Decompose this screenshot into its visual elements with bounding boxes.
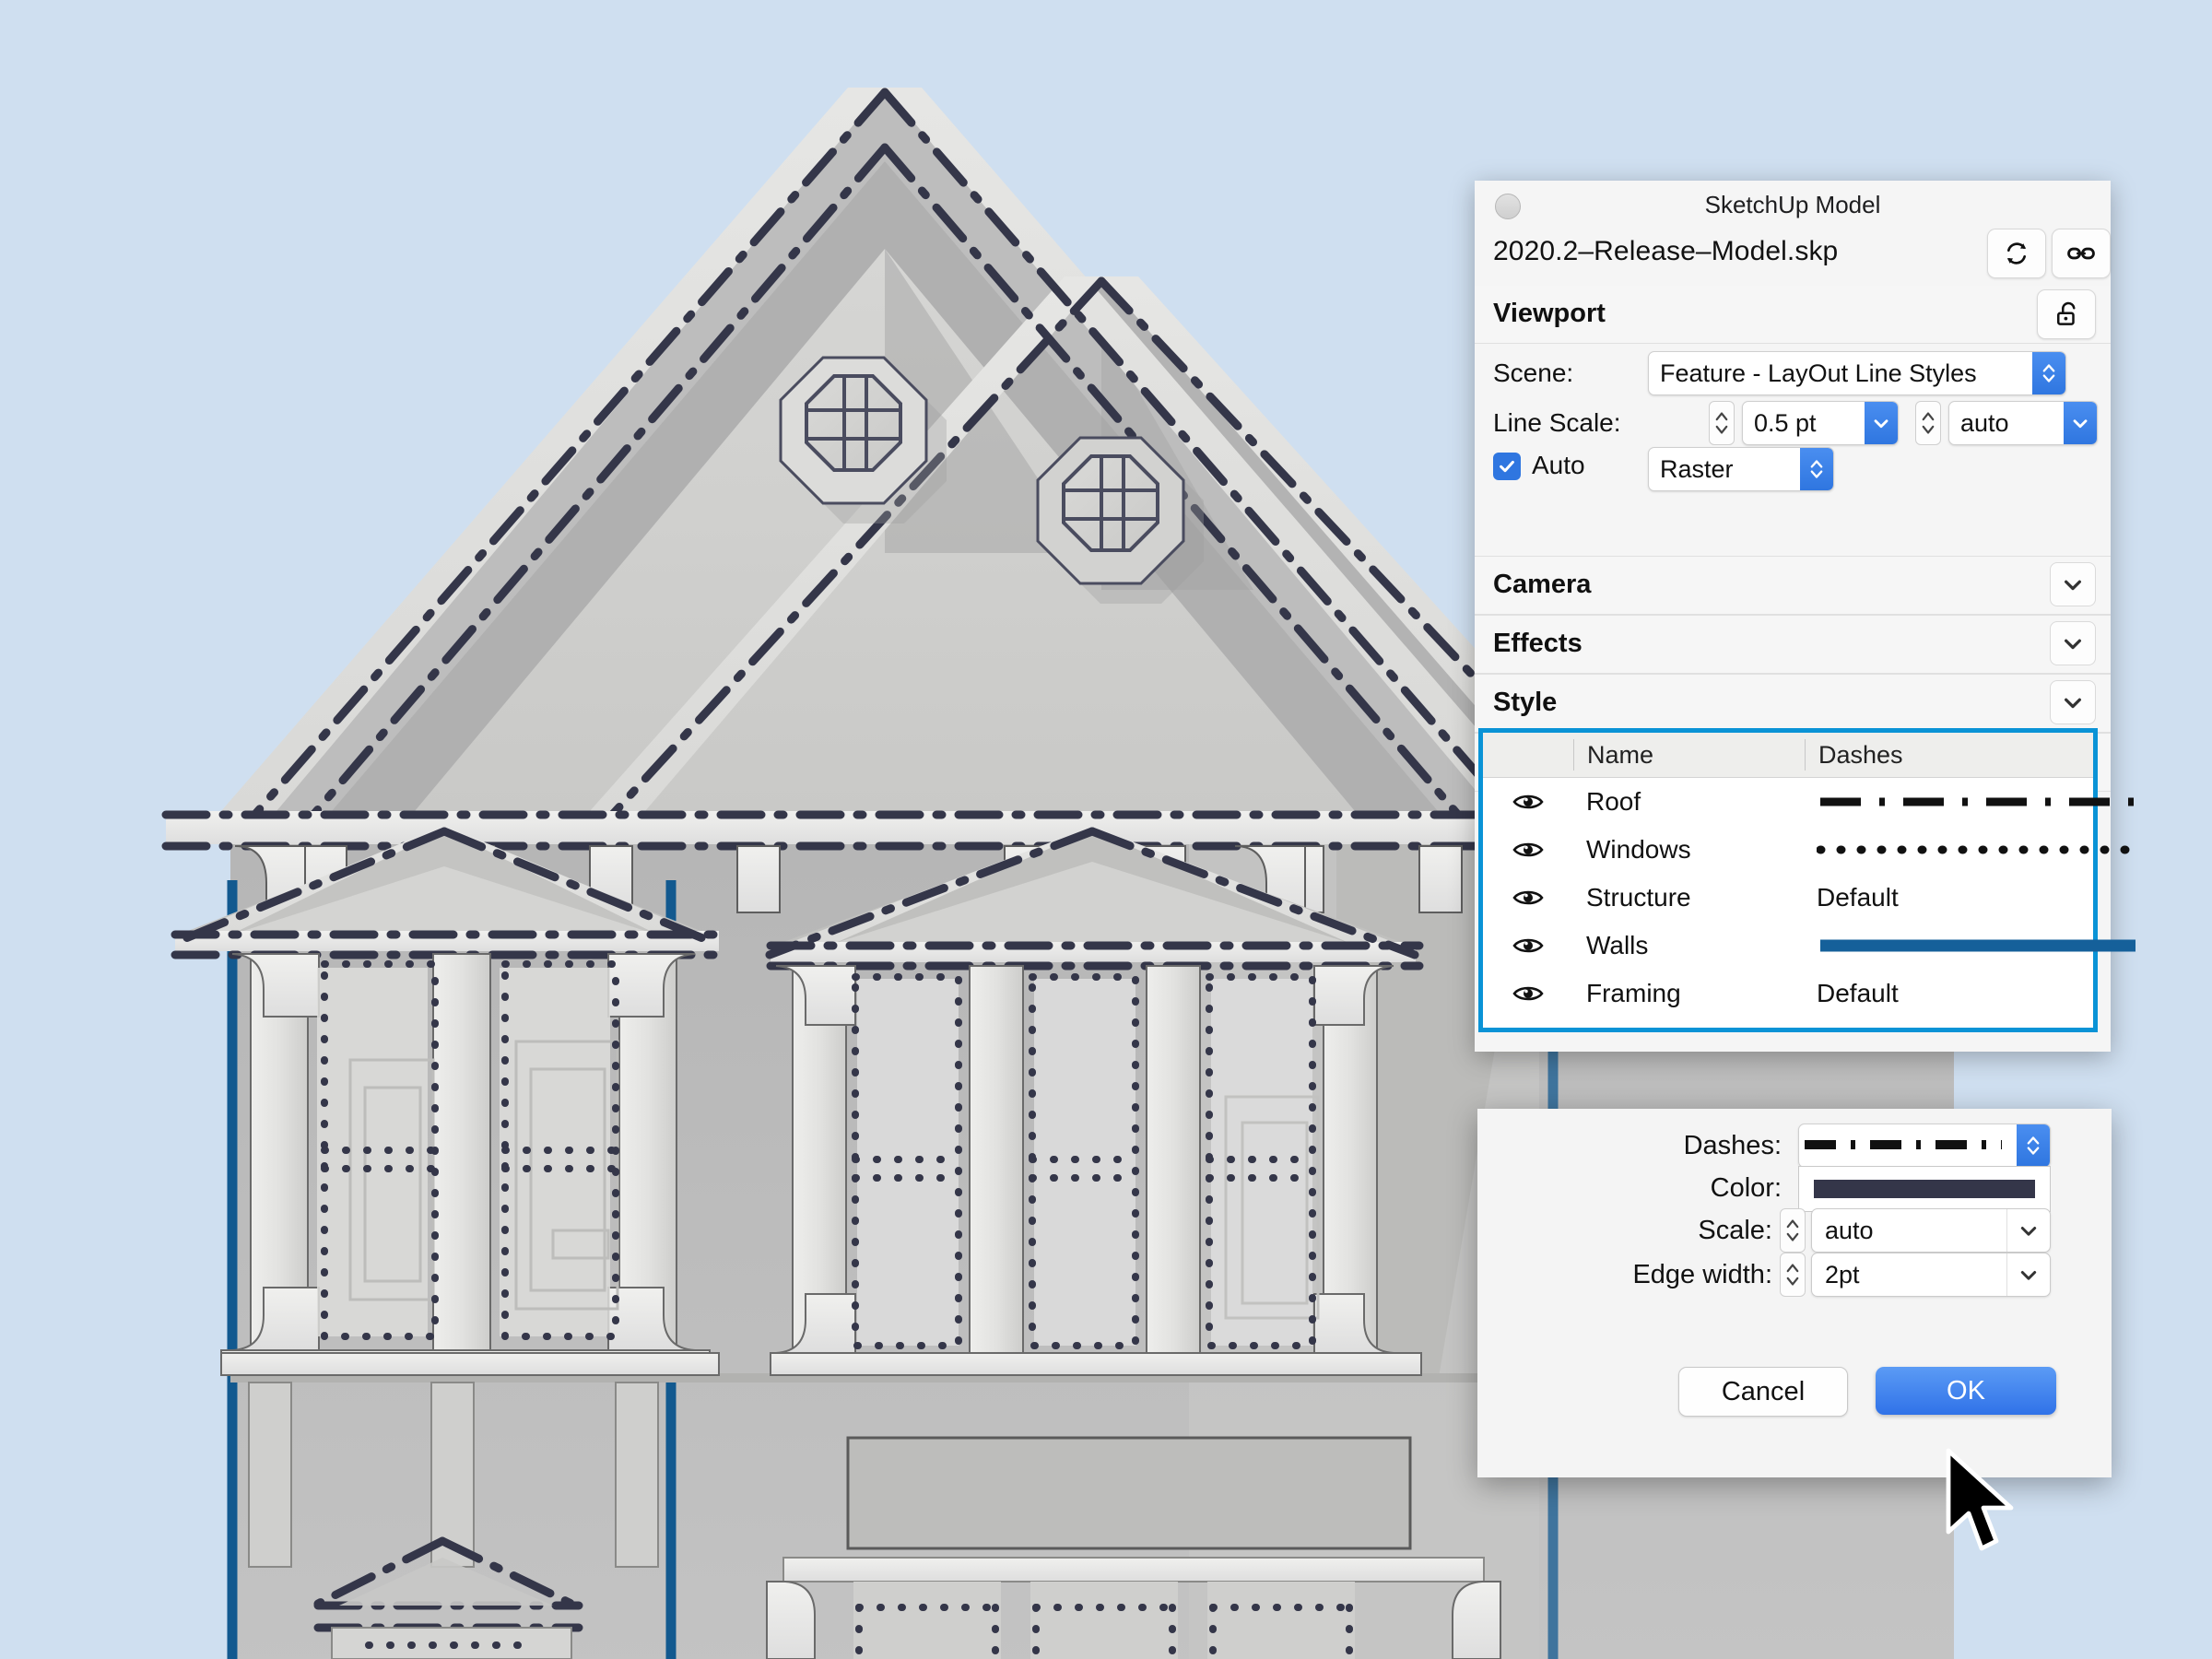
color-well[interactable] [1798, 1166, 2051, 1212]
unlock-icon-button[interactable] [2037, 289, 2096, 339]
section-label: Camera [1493, 570, 1592, 599]
line-scale-mode-stepper[interactable] [1915, 401, 1941, 445]
line-style-dialog[interactable]: Dashes: Color: Scale: auto Edge width: 2… [1477, 1109, 2112, 1477]
line-scale-label: Line Scale: [1493, 408, 1621, 437]
chevron-updown-icon [2032, 352, 2065, 394]
line-scale-mode-value: auto [1960, 408, 2009, 437]
eye-icon [1512, 938, 1544, 953]
chevron-down-icon [1865, 402, 1898, 444]
line-scale-value-popup[interactable]: 0.5 pt [1742, 401, 1899, 445]
panel-title-bar: SketchUp Model [1475, 181, 2111, 229]
section-effects[interactable]: Effects [1475, 615, 2111, 674]
viewport-body: Scene: Feature - LayOut Line Styles Line… [1475, 344, 2111, 556]
tag-name: Framing [1586, 979, 1681, 1007]
chevron-updown-icon [1800, 448, 1833, 490]
refresh-icon [2006, 242, 2027, 265]
section-camera[interactable]: Camera [1475, 556, 2111, 615]
table-row[interactable]: Framing Default [1483, 970, 2093, 1018]
dotted-preview [1817, 826, 2139, 874]
tag-dash-cell[interactable] [1804, 778, 2136, 826]
chevron-updown-icon [2017, 1124, 2050, 1167]
auto-label: Auto [1532, 451, 1585, 479]
dashes-popup[interactable] [1798, 1124, 2051, 1168]
render-mode-popup[interactable]: Raster [1648, 447, 1834, 491]
solid-blue-preview [1817, 922, 2139, 970]
table-row[interactable]: Walls [1483, 922, 2136, 970]
line-scale-stepper[interactable] [1709, 401, 1735, 445]
chevron-down-icon [2064, 402, 2097, 444]
panel-title: SketchUp Model [1704, 191, 1881, 218]
scene-value: Feature - LayOut Line Styles [1660, 359, 1977, 387]
dashes-label: Dashes: [1683, 1131, 1782, 1160]
chevron-down-icon[interactable] [2006, 1253, 2050, 1296]
render-mode-value: Raster [1660, 454, 1734, 483]
link-icon-button[interactable] [2052, 229, 2111, 278]
ok-button[interactable]: OK [1876, 1367, 2056, 1415]
scale-label: Scale: [1698, 1216, 1772, 1245]
visibility-toggle[interactable] [1483, 839, 1573, 861]
viewport-section-label: Viewport [1493, 299, 1606, 328]
color-label: Color: [1710, 1173, 1782, 1203]
app-canvas: SketchUp Model 2020.2–Release–Model.skp [0, 0, 2212, 1659]
table-row[interactable]: Structure Default [1483, 874, 2093, 922]
scale-value: auto [1825, 1216, 1874, 1244]
tag-name: Windows [1586, 835, 1691, 864]
section-style[interactable]: Style [1475, 674, 2111, 733]
refresh-icon-button[interactable] [1987, 229, 2046, 278]
edge-width-label: Edge width: [1632, 1260, 1772, 1289]
cancel-button[interactable]: Cancel [1678, 1367, 1848, 1417]
scale-stepper[interactable] [1780, 1208, 1806, 1253]
tag-dash-cell[interactable] [1804, 826, 2139, 874]
scene-label: Scene: [1493, 359, 1574, 387]
scale-combo[interactable]: auto [1811, 1208, 2051, 1253]
link-icon [2067, 247, 2095, 260]
edge-width-stepper[interactable] [1780, 1253, 1806, 1297]
mouse-cursor [1946, 1448, 2014, 1551]
tags-table[interactable]: Name Dashes Roof Windows Structure Defau… [1478, 728, 2139, 1032]
tag-name: Walls [1586, 931, 1649, 959]
eye-icon [1512, 890, 1544, 905]
dash-dot-preview [1817, 778, 2139, 826]
chevron-down-icon[interactable] [2050, 562, 2096, 606]
tag-name: Structure [1586, 883, 1691, 912]
table-row[interactable]: Roof [1483, 778, 2136, 826]
left-bay-columns [220, 953, 711, 1375]
tags-table-header: Name Dashes [1483, 733, 2093, 778]
unlock-icon [2057, 301, 2076, 325]
section-label: Style [1493, 688, 1558, 717]
eye-icon [1512, 986, 1544, 1001]
tag-dash-cell[interactable]: Default [1804, 970, 2093, 1018]
visibility-toggle[interactable] [1483, 935, 1573, 957]
line-scale-value: 0.5 pt [1754, 408, 1817, 437]
file-row: 2020.2–Release–Model.skp [1475, 229, 2111, 286]
chevron-down-icon[interactable] [2050, 680, 2096, 724]
dashes-pattern-preview [1799, 1132, 2017, 1160]
auto-checkbox[interactable] [1493, 453, 1521, 480]
tags-col-name: Name [1573, 739, 1805, 771]
edge-width-combo[interactable]: 2pt [1811, 1253, 2051, 1297]
edge-width-value: 2pt [1825, 1260, 1860, 1288]
chevron-down-icon[interactable] [2050, 621, 2096, 665]
visibility-toggle[interactable] [1483, 887, 1573, 909]
viewport-section-header[interactable]: Viewport [1475, 286, 2111, 344]
tag-dash-cell[interactable] [1804, 922, 2136, 970]
line-scale-mode-popup[interactable]: auto [1948, 401, 2098, 445]
visibility-toggle[interactable] [1483, 791, 1573, 813]
eye-icon [1512, 842, 1544, 857]
section-label: Effects [1493, 629, 1583, 658]
visibility-toggle[interactable] [1483, 982, 1573, 1005]
color-swatch [1814, 1180, 2035, 1198]
scene-popup[interactable]: Feature - LayOut Line Styles [1648, 351, 2066, 395]
eye-icon [1512, 794, 1544, 809]
tags-col-dashes: Dashes [1805, 739, 2093, 771]
model-file-name: 2020.2–Release–Model.skp [1493, 236, 1839, 266]
tag-name: Roof [1586, 787, 1641, 816]
chevron-down-icon[interactable] [2006, 1209, 2050, 1252]
table-row[interactable]: Windows [1483, 826, 2139, 874]
tag-dash-cell[interactable]: Default [1804, 874, 2093, 922]
